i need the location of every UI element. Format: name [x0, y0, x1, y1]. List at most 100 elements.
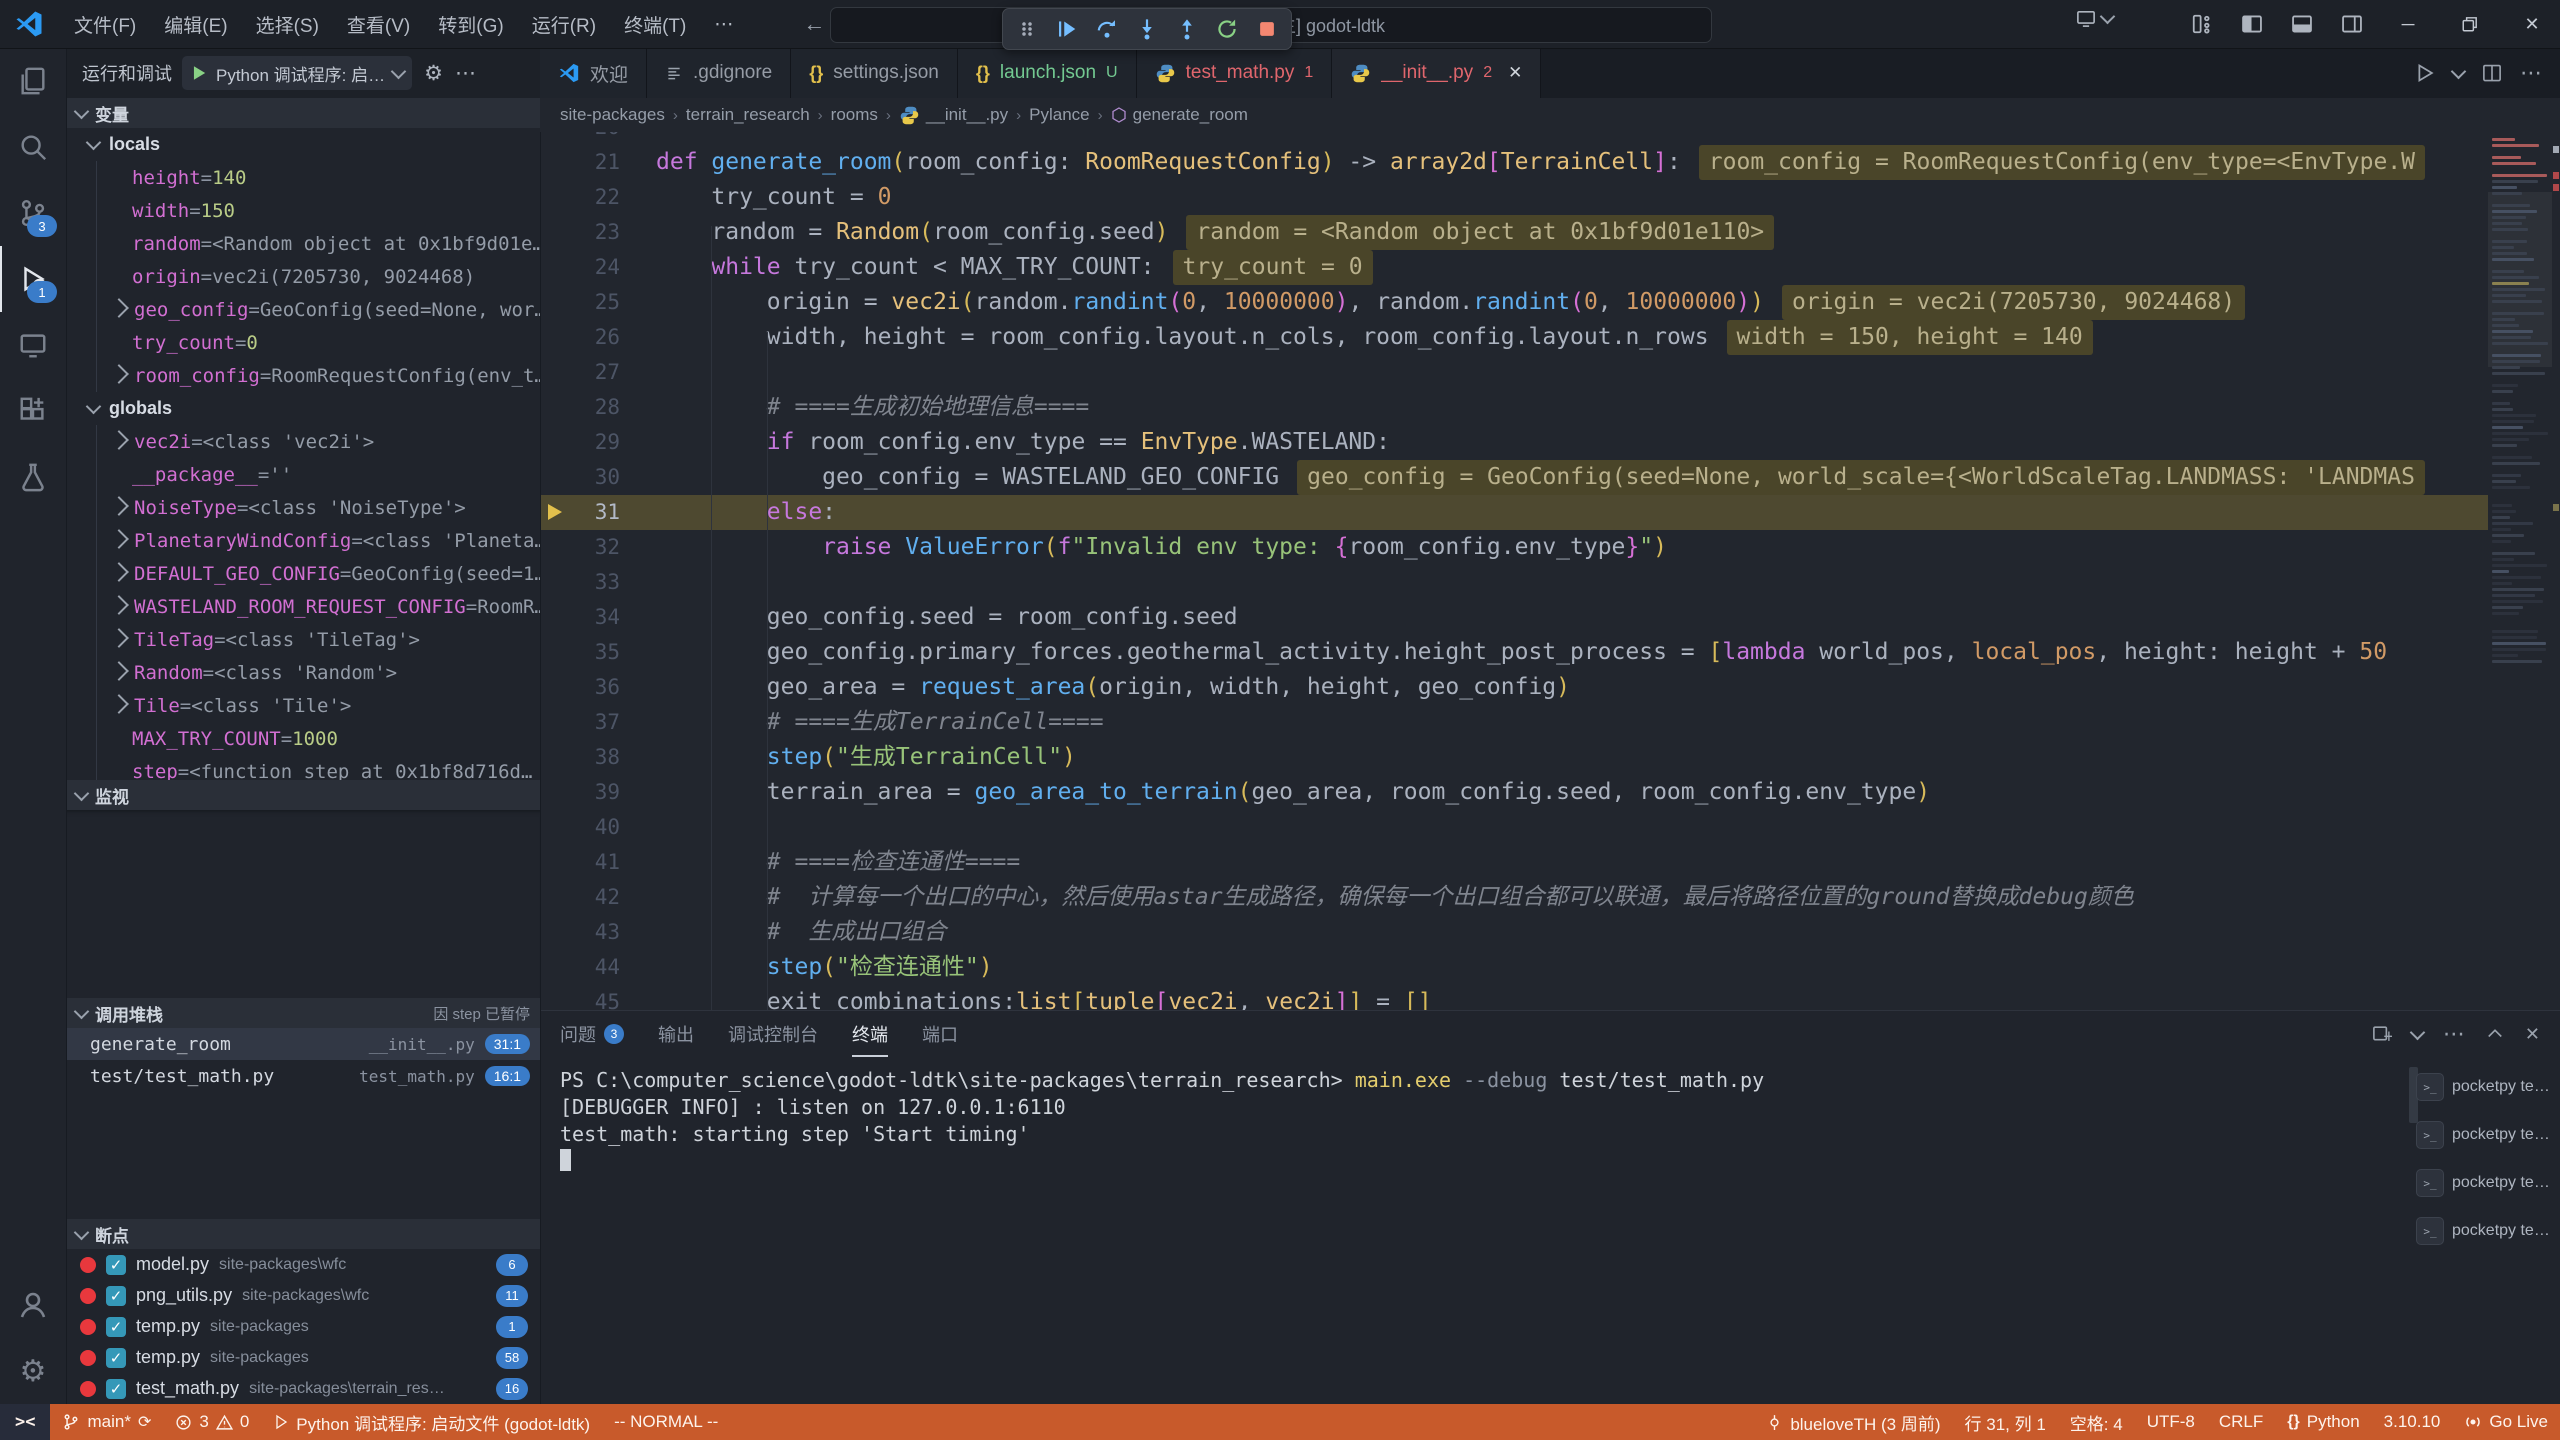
activity-explorer-icon[interactable]	[0, 48, 66, 114]
breakpoint-row[interactable]: ✓png_utils.pysite-packages\wfc11	[66, 1280, 540, 1311]
activity-search-icon[interactable]	[0, 114, 66, 180]
variable-row[interactable]: PlanetaryWindConfig = <class 'Planeta…	[96, 524, 540, 557]
variable-row[interactable]: __package__ = ''	[96, 458, 540, 491]
variable-row[interactable]: height = 140	[96, 161, 540, 194]
variable-row[interactable]: random = <Random object at 0x1bf9d01e…	[96, 227, 540, 260]
status-language-mode[interactable]: {}Python	[2275, 1404, 2371, 1440]
code-line-26[interactable]: 26 width, height = room_config.layout.n_…	[540, 320, 2488, 355]
panel-tab-调试控制台[interactable]: 调试控制台	[728, 1011, 818, 1057]
menu-运行[interactable]: 运行(R)	[518, 7, 610, 42]
code-line-20[interactable]: 20	[540, 132, 2488, 145]
code-line-22[interactable]: 22 try_count = 0	[540, 180, 2488, 215]
status-remote-indicator[interactable]: ><	[0, 1404, 50, 1440]
run-python-button[interactable]	[2415, 63, 2435, 83]
scope-globals[interactable]: globals	[66, 392, 540, 425]
more-actions-icon[interactable]: ⋯	[2443, 1021, 2465, 1047]
minimap[interactable]	[2488, 132, 2552, 1010]
activity-testing-icon[interactable]	[0, 444, 66, 510]
variable-row[interactable]: try_count = 0	[96, 326, 540, 359]
code-line-39[interactable]: 39 terrain_area = geo_area_to_terrain(ge…	[540, 775, 2488, 810]
panel-tab-端口[interactable]: 端口	[922, 1011, 958, 1057]
activity-manage-icon[interactable]: ⚙	[0, 1338, 66, 1404]
screen-mode-icon[interactable]	[2076, 8, 2113, 28]
chevron-down-icon[interactable]	[2451, 63, 2467, 79]
status-indentation[interactable]: 空格: 4	[2058, 1404, 2135, 1440]
activity-source-control-icon[interactable]: 3	[0, 180, 66, 246]
tab-test_math.py[interactable]: test_math.py1	[1137, 48, 1333, 98]
more-actions-icon[interactable]: ⋯	[2520, 60, 2542, 86]
breadcrumb-item[interactable]: __init__.py	[899, 105, 1008, 126]
terminal-output[interactable]: PS C:\computer_science\godot-ldtk\site-p…	[560, 1067, 2410, 1400]
maximize-panel-icon[interactable]	[2485, 1024, 2505, 1044]
code-line-42[interactable]: 42 # 计算每一个出口的中心，然后使用astar生成路径，确保每一个出口组合都…	[540, 880, 2488, 915]
code-line-27[interactable]: 27	[540, 355, 2488, 390]
activity-remote-explorer-icon[interactable]	[0, 312, 66, 378]
code-line-24[interactable]: 24 while try_count < MAX_TRY_COUNT:try_c…	[540, 250, 2488, 285]
breakpoint-checkbox[interactable]: ✓	[106, 1255, 126, 1275]
terminal-instance[interactable]: >_pocketpy te…	[2416, 1067, 2554, 1107]
status-eol[interactable]: CRLF	[2207, 1404, 2275, 1440]
stack-frame[interactable]: generate_room__init__.py31:1	[66, 1028, 540, 1060]
variable-row[interactable]: WASTELAND_ROOM_REQUEST_CONFIG = RoomR…	[96, 590, 540, 623]
code-line-21[interactable]: 21def generate_room(room_config: RoomReq…	[540, 145, 2488, 180]
code-line-40[interactable]: 40	[540, 810, 2488, 845]
code-line-36[interactable]: 36 geo_area = request_area(origin, width…	[540, 670, 2488, 705]
status-git-blame[interactable]: blueloveTH (3 周前)	[1754, 1404, 1952, 1440]
debug-config-dropdown[interactable]: Python 调试程序: 启…	[182, 56, 412, 90]
minimize-button[interactable]: ─	[2380, 0, 2436, 48]
more-actions-icon[interactable]: ⋯	[455, 61, 476, 86]
restore-button[interactable]	[2442, 0, 2498, 48]
activity-extensions-icon[interactable]	[0, 378, 66, 444]
menu-转到[interactable]: 转到(G)	[424, 7, 517, 42]
debug-step-into-button[interactable]	[1129, 13, 1165, 45]
stack-frame[interactable]: test/test_math.pytest_math.py16:1	[66, 1060, 540, 1092]
status-python-version[interactable]: 3.10.10	[2372, 1404, 2453, 1440]
variable-row[interactable]: room_config = RoomRequestConfig(env_t…	[96, 359, 540, 392]
scope-locals[interactable]: locals	[66, 128, 540, 161]
status-debug-config[interactable]: Python 调试程序: 启动文件 (godot-ldtk)	[261, 1404, 602, 1440]
code-line-25[interactable]: 25 origin = vec2i(random.randint(0, 1000…	[540, 285, 2488, 320]
breakpoint-checkbox[interactable]: ✓	[106, 1286, 126, 1306]
callstack-section-header[interactable]: 调用堆栈 因 step 已暂停	[66, 998, 540, 1028]
variable-row[interactable]: Random = <class 'Random'>	[96, 656, 540, 689]
split-editor-button[interactable]	[2482, 63, 2502, 83]
status-encoding[interactable]: UTF-8	[2135, 1404, 2207, 1440]
code-line-34[interactable]: 34 geo_config.seed = room_config.seed	[540, 600, 2488, 635]
variable-row[interactable]: DEFAULT_GEO_CONFIG = GeoConfig(seed=1…	[96, 557, 540, 590]
variable-row[interactable]: Tile = <class 'Tile'>	[96, 689, 540, 722]
tab-close-icon[interactable]: ✕	[1508, 63, 1522, 83]
debug-step-over-button[interactable]	[1089, 13, 1125, 45]
activity-accounts-icon[interactable]	[0, 1272, 66, 1338]
terminal-instance[interactable]: >_pocketpy te…	[2416, 1163, 2554, 1203]
activity-run-and-debug-icon[interactable]: 1	[0, 246, 66, 312]
code-line-32[interactable]: 32 raise ValueError(f"Invalid env type: …	[540, 530, 2488, 565]
debug-restart-button[interactable]	[1209, 13, 1245, 45]
variables-section-header[interactable]: 变量	[66, 98, 540, 128]
toggle-panel-icon[interactable]	[2280, 4, 2324, 44]
breakpoint-row[interactable]: ✓model.pysite-packages\wfc6	[66, 1249, 540, 1280]
panel-tab-终端[interactable]: 终端	[852, 1011, 888, 1057]
tab-settings.json[interactable]: {}settings.json	[791, 48, 958, 98]
code-line-33[interactable]: 33	[540, 565, 2488, 600]
menu-选择[interactable]: 选择(S)	[242, 7, 333, 42]
tab-[interactable]: 欢迎	[540, 48, 647, 98]
code-line-37[interactable]: 37 # ====生成TerrainCell====	[540, 705, 2488, 740]
breadcrumb-item[interactable]: Pylance	[1029, 105, 1089, 125]
code-line-45[interactable]: 45 exit_combinations:list[tuple[vec2i, v…	[540, 985, 2488, 1010]
gear-icon[interactable]: ⚙	[424, 61, 443, 86]
terminal-instance[interactable]: >_pocketpy te…	[2416, 1115, 2554, 1155]
variable-row[interactable]: MAX_TRY_COUNT = 1000	[96, 722, 540, 755]
tab-__init__.py[interactable]: __init__.py2✕	[1332, 48, 1541, 98]
toggle-secondary-sidebar-icon[interactable]	[2330, 4, 2374, 44]
menu-终端[interactable]: 终端(T)	[610, 7, 700, 42]
code-line-23[interactable]: 23 random = Random(room_config.seed)rand…	[540, 215, 2488, 250]
menu-more[interactable]: ⋯	[700, 9, 747, 40]
panel-tab-输出[interactable]: 输出	[658, 1011, 694, 1057]
code-line-30[interactable]: 30 geo_config = WASTELAND_GEO_CONFIGgeo_…	[540, 460, 2488, 495]
status-vim-mode[interactable]: -- NORMAL --	[602, 1404, 730, 1440]
variable-row[interactable]: width = 150	[96, 194, 540, 227]
menu-查看[interactable]: 查看(V)	[333, 7, 424, 42]
code-editor[interactable]: 2021def generate_room(room_config: RoomR…	[540, 132, 2488, 1010]
breadcrumb-item[interactable]: rooms	[831, 105, 878, 125]
customize-layout-icon[interactable]	[2180, 4, 2224, 44]
